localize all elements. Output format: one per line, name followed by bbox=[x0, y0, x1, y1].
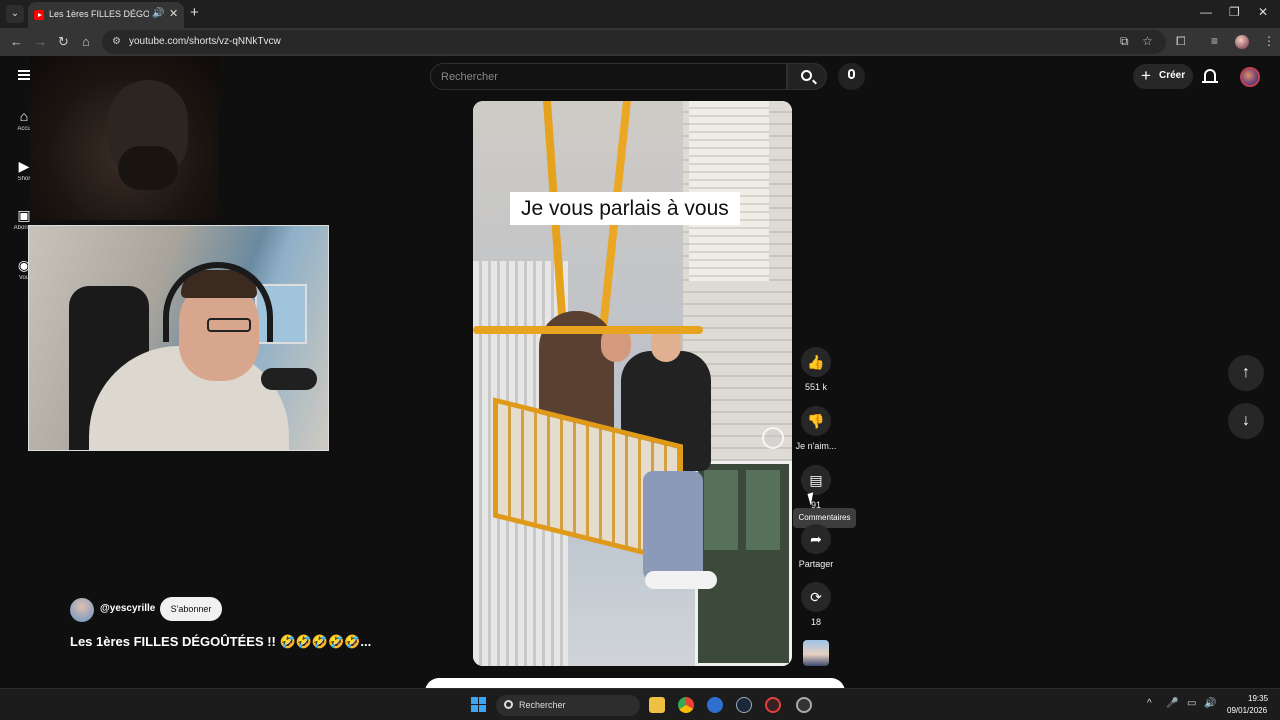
chrome-icon[interactable] bbox=[678, 697, 694, 713]
install-app-icon[interactable]: ⧉ bbox=[1120, 34, 1129, 49]
dislike-label: Je n'aim... bbox=[795, 441, 837, 451]
file-explorer-icon[interactable] bbox=[649, 697, 665, 713]
tab-search-button[interactable]: ⌄ bbox=[6, 5, 24, 23]
microphone-icon bbox=[848, 69, 855, 79]
channel-avatar[interactable] bbox=[70, 598, 94, 622]
account-avatar[interactable] bbox=[1240, 67, 1260, 87]
streamer-beard bbox=[118, 146, 178, 190]
streaming-microphone bbox=[261, 368, 317, 390]
remix-button[interactable]: ⟳ bbox=[801, 582, 831, 612]
video-title[interactable]: Les 1ères FILLES DÉGOÛTÉES !! 🤣🤣🤣🤣🤣... bbox=[70, 634, 371, 650]
tray-overflow-icon[interactable]: ^ bbox=[1147, 698, 1152, 709]
windows-taskbar: Rechercher ^ 🎤 ▭ 🔊 19:35 09/01/2026 bbox=[0, 688, 1280, 720]
media-controls-icon[interactable]: ≡ bbox=[1211, 34, 1218, 48]
audio-source-thumbnail[interactable] bbox=[803, 640, 829, 666]
like-count: 551 k bbox=[804, 382, 828, 392]
tray-microphone-icon[interactable]: 🎤 bbox=[1166, 698, 1178, 709]
channel-name[interactable]: @yescyrille bbox=[100, 603, 155, 614]
streaming-app-icon[interactable] bbox=[765, 697, 781, 713]
active-tab[interactable]: Les 1ères FILLES DÉGOÛTÉES 🔊 ✕ bbox=[28, 2, 184, 28]
clock-date[interactable]: 09/01/2026 bbox=[1227, 706, 1267, 715]
comments-button[interactable]: ▤ bbox=[801, 465, 831, 495]
site-info-icon[interactable]: ⚙ bbox=[112, 36, 121, 47]
restore-button[interactable]: ❐ bbox=[1229, 5, 1240, 19]
new-tab-button[interactable]: + bbox=[190, 4, 199, 21]
video-caption: Je vous parlais à vous bbox=[510, 192, 740, 225]
search-button[interactable] bbox=[787, 63, 827, 90]
back-button[interactable]: ← bbox=[10, 34, 23, 49]
share-button[interactable]: ➦ bbox=[801, 524, 831, 554]
hamburger-menu-icon[interactable] bbox=[18, 70, 30, 80]
url-text[interactable]: youtube.com/shorts/vz-qNNkTvcw bbox=[129, 36, 281, 47]
clock-time[interactable]: 19:35 bbox=[1248, 694, 1268, 703]
video-person-shoes bbox=[645, 571, 717, 589]
plus-icon: + bbox=[1141, 66, 1151, 85]
share-label: Partager bbox=[798, 559, 834, 569]
next-short-button[interactable]: ↓ bbox=[1228, 403, 1264, 439]
extensions-icon[interactable]: ⧠ bbox=[1176, 34, 1186, 49]
door-pane bbox=[746, 470, 780, 550]
comments-tooltip: Commentaires bbox=[793, 508, 856, 528]
forward-button[interactable]: → bbox=[34, 34, 47, 49]
remix-count: 18 bbox=[810, 617, 821, 627]
video-door bbox=[695, 461, 792, 666]
browser-toolbar: ← → ↻ ⌂ ⚙ youtube.com/shorts/vz-qNNkTvcw… bbox=[0, 28, 1280, 56]
browser-tab-strip: ⌄ Les 1ères FILLES DÉGOÛTÉES 🔊 ✕ + — ❐ ✕ bbox=[0, 0, 1280, 28]
steam-icon[interactable] bbox=[736, 697, 752, 713]
notifications-bell-icon[interactable] bbox=[1202, 69, 1218, 83]
taskbar-search-box[interactable]: Rechercher bbox=[496, 695, 640, 716]
app-icon[interactable] bbox=[796, 697, 812, 713]
video-circle-marker bbox=[762, 427, 784, 449]
create-button[interactable]: + Créer bbox=[1133, 64, 1193, 89]
youtube-favicon-icon bbox=[34, 10, 44, 20]
subscribe-button[interactable]: S'abonner bbox=[160, 597, 222, 621]
search-input[interactable]: Rechercher bbox=[430, 63, 787, 90]
edge-icon[interactable] bbox=[707, 697, 723, 713]
tab-audio-icon[interactable]: 🔊 bbox=[152, 8, 164, 19]
voice-search-button[interactable] bbox=[838, 63, 865, 90]
video-person-legs bbox=[643, 471, 703, 581]
bookmark-star-icon[interactable]: ☆ bbox=[1142, 34, 1153, 48]
search-icon bbox=[801, 70, 812, 81]
short-video-player[interactable]: Je vous parlais à vous bbox=[473, 101, 792, 666]
tab-title: Les 1ères FILLES DÉGOÛTÉES bbox=[49, 9, 149, 19]
previous-short-button[interactable]: ↑ bbox=[1228, 355, 1264, 391]
window-close-button[interactable]: ✕ bbox=[1258, 5, 1268, 19]
tab-close-icon[interactable]: ✕ bbox=[169, 7, 178, 20]
windows-start-icon[interactable] bbox=[471, 697, 487, 713]
browser-profile-avatar[interactable] bbox=[1235, 35, 1249, 49]
home-button[interactable]: ⌂ bbox=[82, 34, 90, 49]
like-button[interactable]: 👍 bbox=[801, 347, 831, 377]
minimize-button[interactable]: — bbox=[1200, 5, 1212, 19]
search-placeholder: Rechercher bbox=[441, 71, 498, 83]
tray-network-icon[interactable]: ▭ bbox=[1187, 698, 1196, 709]
door-pane bbox=[704, 470, 738, 550]
create-label: Créer bbox=[1159, 70, 1186, 81]
search-icon bbox=[504, 700, 513, 709]
tray-volume-icon[interactable]: 🔊 bbox=[1204, 698, 1216, 709]
reload-button[interactable]: ↻ bbox=[58, 34, 69, 50]
dislike-button[interactable]: 👎 bbox=[801, 406, 831, 436]
chairlift-bar bbox=[473, 326, 703, 334]
webcam-overlay-main bbox=[28, 225, 329, 451]
glasses bbox=[207, 318, 251, 332]
browser-menu-icon[interactable]: ⋮ bbox=[1263, 34, 1275, 48]
webcam-overlay-top bbox=[30, 56, 219, 220]
taskbar-search-label: Rechercher bbox=[519, 700, 566, 710]
video-shutter bbox=[689, 101, 769, 281]
address-bar[interactable]: ⚙ youtube.com/shorts/vz-qNNkTvcw bbox=[102, 30, 1166, 54]
